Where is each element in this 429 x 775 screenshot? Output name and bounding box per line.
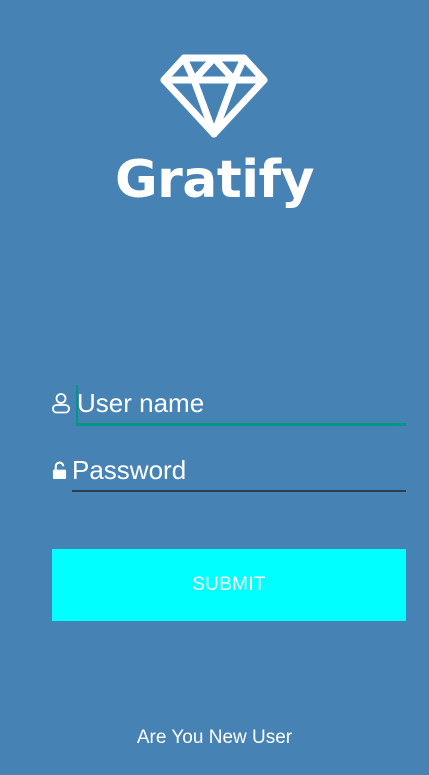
username-field[interactable] bbox=[50, 385, 410, 429]
username-underline bbox=[76, 423, 406, 426]
submit-button[interactable]: SUBMIT bbox=[52, 549, 406, 621]
password-input[interactable] bbox=[72, 452, 402, 488]
password-field[interactable] bbox=[50, 452, 410, 496]
app-title: Gratify bbox=[114, 150, 315, 210]
diamond-icon bbox=[160, 54, 268, 138]
password-underline bbox=[72, 490, 406, 492]
text-cursor bbox=[76, 385, 78, 423]
username-input[interactable] bbox=[77, 385, 405, 421]
unlock-icon bbox=[52, 461, 67, 479]
new-user-link[interactable]: Are You New User bbox=[0, 726, 429, 750]
user-icon bbox=[52, 393, 70, 414]
